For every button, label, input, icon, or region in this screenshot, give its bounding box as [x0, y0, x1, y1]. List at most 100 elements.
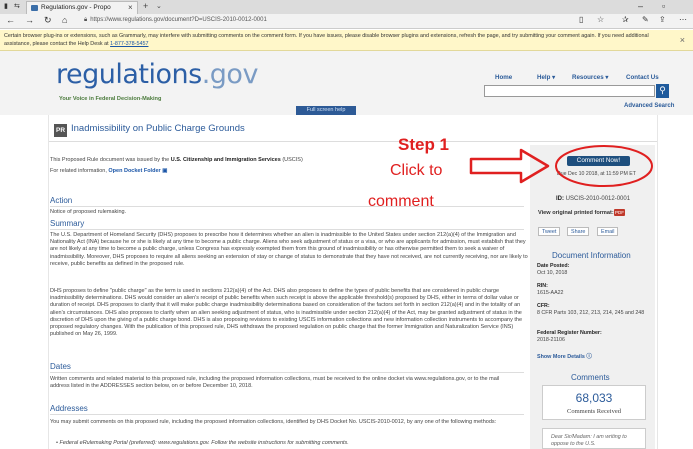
tab-preview-icon[interactable]: ⇆: [14, 2, 20, 10]
plugin-warning-banner: Certain browser plug-ins or extensions, …: [0, 30, 693, 51]
cfr-value: 8 CFR Parts 103, 212, 213, 214, 245 and …: [537, 310, 645, 316]
dates-text: Written comments and related material to…: [50, 376, 500, 390]
rin-value: 1615-AA22: [537, 290, 564, 296]
summary-paragraph-1: The U.S. Department of Homeland Security…: [50, 232, 528, 267]
comments-count-box[interactable]: 68,033 Comments Received: [542, 385, 646, 420]
id-label: ID:: [556, 196, 564, 202]
tab-close-icon[interactable]: ×: [128, 3, 133, 12]
id-value: USCIS-2010-0012-0001: [565, 196, 631, 202]
divider: [50, 229, 524, 230]
lock-icon: 🔒︎: [84, 17, 88, 23]
search-input[interactable]: [484, 85, 655, 97]
minimize-icon[interactable]: –: [638, 1, 643, 11]
nav-help[interactable]: Help ▾: [537, 74, 555, 81]
cfr-label: CFR:: [537, 303, 550, 310]
docket-link-label: Open Docket Folder: [108, 168, 161, 174]
reading-view-icon[interactable]: ▯: [579, 15, 583, 24]
action-heading: Action: [50, 196, 73, 205]
document-type-badge: PR: [54, 124, 67, 137]
open-docket-folder-link[interactable]: Open Docket Folder ▣: [108, 168, 167, 174]
issued-prefix: This Proposed Rule document was issued b…: [50, 157, 170, 163]
address-bar: ← → ↻ ⌂ 🔒︎ https://www.regulations.gov/do…: [0, 14, 693, 29]
site-header: regulations.gov Your Voice in Federal De…: [0, 51, 693, 115]
nav-contact[interactable]: Contact Us: [626, 74, 659, 81]
url-field[interactable]: 🔒︎ https://www.regulations.gov/document?D…: [84, 17, 267, 24]
tweet-button[interactable]: Tweet: [538, 227, 561, 236]
divider: [50, 206, 524, 207]
share-icon[interactable]: ⇪: [659, 15, 666, 24]
email-button[interactable]: Email: [597, 227, 619, 236]
logo-suffix: .gov: [201, 59, 259, 90]
printed-format-label: View original printed format:: [538, 210, 614, 216]
maximize-icon[interactable]: ▫: [662, 1, 665, 11]
document-title: Inadmissibility on Public Charge Grounds: [71, 123, 245, 134]
site-tagline: Your Voice in Federal Decision-Making: [59, 96, 162, 102]
show-more-details-link[interactable]: Show More Details ⓘ: [537, 352, 592, 360]
date-posted-key: Date Posted:: [537, 263, 570, 269]
document-id: ID: USCIS-2010-0012-0001: [556, 196, 630, 202]
annotation-step-1: Step 1: [398, 135, 450, 154]
cfr-key: CFR:: [537, 303, 550, 309]
skip-help-link[interactable]: Full screen help: [296, 106, 356, 115]
home-icon[interactable]: ⌂: [62, 15, 67, 25]
related-info-line: For related information, Open Docket Fol…: [50, 168, 350, 175]
frn-label: Federal Register Number:: [537, 330, 602, 337]
banner-text: Certain browser plug-ins or extensions, …: [4, 33, 649, 47]
logo-main: regulations: [56, 59, 202, 90]
refresh-icon[interactable]: ↻: [44, 15, 52, 26]
divider: [50, 414, 524, 415]
pdf-icon[interactable]: PDF: [614, 209, 625, 216]
divider: [50, 372, 524, 373]
site-logo[interactable]: regulations.gov: [56, 59, 258, 90]
browser-tab[interactable]: Regulations.gov - Propo ×: [26, 1, 138, 14]
agency-name: U.S. Citizenship and Immigration Service…: [170, 157, 281, 163]
comments-heading: Comments: [571, 373, 610, 382]
addresses-text: You may submit comments on this proposed…: [50, 419, 497, 425]
issued-by-line: This Proposed Rule document was issued b…: [50, 157, 380, 164]
agency-abbr: (USCIS): [282, 157, 303, 163]
title-divider: [49, 141, 657, 142]
back-icon[interactable]: ←: [6, 15, 15, 25]
comment-snippet-box[interactable]: Dear Sir/Madam: I am writing to oppose t…: [542, 428, 646, 449]
advanced-search-link[interactable]: Advanced Search: [624, 103, 674, 109]
folder-icon: ▣: [162, 168, 168, 174]
help-desk-phone-link[interactable]: 1-877-378-5457: [110, 41, 148, 47]
more-icon[interactable]: ⋯: [679, 15, 687, 24]
annotation-click-to: Click to: [390, 162, 443, 179]
date-posted-label: Date Posted:: [537, 263, 569, 270]
addresses-heading: Addresses: [50, 404, 88, 413]
new-tab-icon[interactable]: +: [143, 1, 148, 11]
action-text: Notice of proposed rulemaking.: [50, 209, 127, 215]
search-icon[interactable]: ⚲: [656, 84, 669, 98]
favicon-icon: [31, 5, 38, 11]
annotation-arrow: [469, 148, 550, 184]
browser-tab-bar: ▮ ⇆ Regulations.gov - Propo × + ⌄ – ▫: [0, 0, 693, 14]
annotation-comment: comment: [368, 193, 434, 210]
frn-value: 2018-21106: [537, 337, 565, 343]
banner-message: Certain browser plug-ins or extensions, …: [4, 33, 664, 48]
favorites-hub-icon[interactable]: ✰: [622, 15, 629, 24]
forward-icon[interactable]: →: [25, 15, 34, 25]
rin-key: RIN:: [537, 283, 548, 289]
comments-received-label: Comments Received: [567, 408, 621, 415]
addresses-bullet: • Federal eRulemaking Portal (preferred)…: [56, 440, 349, 446]
document-information-heading: Document Information: [552, 251, 631, 260]
nav-home[interactable]: Home: [495, 74, 512, 81]
banner-close-icon[interactable]: ×: [680, 35, 685, 45]
favorite-star-icon[interactable]: ☆: [597, 15, 604, 24]
summary-heading: Summary: [50, 219, 85, 228]
related-prefix: For related information,: [50, 168, 107, 174]
date-posted-value: Oct 10, 2018: [537, 270, 568, 276]
tab-list-chevron-icon[interactable]: ⌄: [156, 2, 162, 10]
dates-heading: Dates: [50, 362, 71, 371]
tab-actions-icon[interactable]: ▮: [4, 2, 8, 10]
tab-title: Regulations.gov - Propo: [41, 4, 111, 11]
nav-resources[interactable]: Resources ▾: [572, 74, 608, 81]
comments-count: 68,033: [575, 391, 613, 405]
pen-icon[interactable]: ✎: [642, 15, 649, 24]
url-text: https://www.regulations.gov/document?D=U…: [90, 17, 267, 23]
rin-label: RIN:: [537, 283, 548, 290]
annotation-circle: [555, 145, 653, 187]
share-button[interactable]: Share: [567, 227, 590, 236]
frn-key: Federal Register Number:: [537, 330, 602, 336]
